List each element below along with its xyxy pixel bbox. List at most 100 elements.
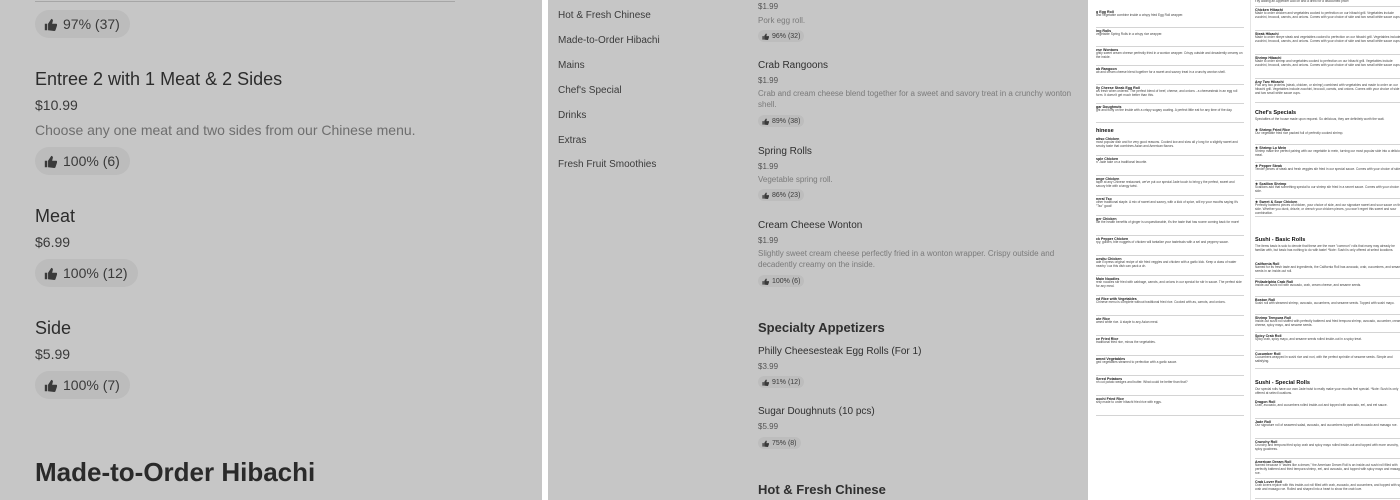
item-title[interactable]: Sugar Doughnuts (10 pcs) bbox=[758, 406, 875, 417]
menu-entry: lly Cheese Steak Egg Roll ws fresh when o… bbox=[1096, 86, 1244, 98]
entry-rule bbox=[1096, 235, 1244, 236]
section-heading: Specialty Appetizers bbox=[758, 320, 885, 335]
menu-entry: ce Fried Rice traditional fried rice, min… bbox=[1096, 337, 1244, 345]
menu-entry: ★ Shrimp Fried Rice Our vegetable fried r… bbox=[1255, 128, 1400, 136]
category-nav-item[interactable]: Drinks bbox=[558, 110, 586, 121]
item-price: $5.99 bbox=[758, 422, 779, 431]
menu-entry: ute Rice amed white rice. A staple to any… bbox=[1096, 317, 1244, 325]
menu-entry: ★ Scallion Shrimp Scallions add that some… bbox=[1255, 182, 1400, 194]
menu-entry: Spicy Crab Roll Spicy crab, spicy mayo, a… bbox=[1255, 334, 1400, 342]
menu-entry-description: ged vegetables steamed to perfection wit… bbox=[1096, 360, 1178, 365]
entry-rule bbox=[1255, 6, 1400, 7]
section-heading: Hot & Fresh Chinese bbox=[758, 482, 886, 497]
menu-entry-description: Inside-out sushi roll with avocado, crab… bbox=[1255, 283, 1362, 288]
menu-entry: g Egg Roll and vegetable combine inside a… bbox=[1096, 10, 1244, 18]
thumbs-up-icon bbox=[762, 378, 769, 386]
item-title[interactable]: Side bbox=[35, 318, 71, 339]
menu-entry-description: most popular dish and for very good reas… bbox=[1096, 140, 1238, 148]
item-price: $6.99 bbox=[35, 234, 71, 250]
menu-entry-description: ade Express original recipe of stir frie… bbox=[1096, 260, 1237, 268]
entry-rule bbox=[1096, 46, 1244, 47]
rating-text: 96% (32) bbox=[772, 32, 801, 40]
menu-entry-description: Sushi roll with steamed shrimp, avocado,… bbox=[1255, 301, 1395, 306]
item-description: Choose any one meat and two sides from o… bbox=[35, 122, 416, 138]
menu-entry: sple Chicken n' Jade take on a traditiona… bbox=[1096, 157, 1244, 165]
menu-entry: Jade Roll Our signature roll of seaweed s… bbox=[1255, 420, 1400, 428]
menu-entry-description: ws fresh when ordered. The perfect blend… bbox=[1096, 89, 1238, 97]
menu-entry: Steak Hibachi Made to order ribeye steak … bbox=[1255, 32, 1400, 44]
thumbs-up-icon bbox=[762, 439, 769, 447]
thumbs-up-icon bbox=[762, 117, 769, 125]
menu-entry: Dragon Roll Crab, avocado, and cucumbers … bbox=[1255, 400, 1400, 408]
entry-rule bbox=[1096, 415, 1244, 416]
item-title[interactable]: Philly Cheesesteak Egg Rolls (For 1) bbox=[758, 346, 921, 357]
thumbs-up-icon bbox=[762, 191, 769, 199]
category-nav-item[interactable]: Made-to-Order Hibachi bbox=[558, 35, 660, 46]
entry-rule bbox=[1255, 78, 1400, 79]
category-nav-item[interactable]: Fresh Fruit Smoothies bbox=[558, 159, 656, 170]
menu-entry-description: ght and fluffy on the inside with a cris… bbox=[1096, 108, 1233, 113]
menu-entry-description: vegetable Spring Rolls in a crispy rice … bbox=[1096, 32, 1163, 37]
menu-entry-description: Cucumbers wrapped in sushi rice and nori… bbox=[1255, 355, 1393, 363]
entry-rule bbox=[1255, 498, 1400, 499]
section-heading: Made-to-Order Hibachi bbox=[35, 457, 316, 487]
rating-badge: 100% (6) bbox=[35, 147, 130, 175]
item-title[interactable]: Meat bbox=[35, 206, 75, 227]
entry-rule bbox=[1096, 103, 1244, 104]
rating-badge: 91% (12) bbox=[758, 376, 805, 388]
entry-rule bbox=[1255, 198, 1400, 199]
menu-entry-description: Chinese menu is complete without traditi… bbox=[1096, 300, 1226, 305]
printed-menu-document: g Egg Roll and vegetable combine inside a… bbox=[1092, 0, 1400, 500]
rating-badge: 97% (37) bbox=[35, 10, 130, 38]
rating-text: 86% (23) bbox=[772, 191, 801, 199]
thumbs-up-icon bbox=[44, 18, 57, 31]
item-title[interactable]: Crab Rangoons bbox=[758, 60, 828, 71]
entry-rule bbox=[1096, 155, 1244, 156]
category-nav-item[interactable]: Hot & Fresh Chinese bbox=[558, 10, 651, 21]
menu-entry: Shrimp Hibachi Made to order shrimp and v… bbox=[1255, 56, 1400, 68]
thumbs-up-icon bbox=[44, 155, 57, 168]
entry-rule bbox=[1255, 162, 1400, 163]
category-nav-item[interactable]: Extras bbox=[558, 135, 586, 146]
menu-entry: Philadelphia Crab Roll Inside-out sushi r… bbox=[1255, 280, 1400, 288]
menu-entry-description: shly made to order hibachi fried rice wi… bbox=[1096, 400, 1162, 405]
item-title[interactable]: Spring Rolls bbox=[758, 146, 812, 157]
menu-entry: oochi Fried Rice shly made to order hibac… bbox=[1096, 397, 1244, 405]
item-description: Pork egg roll. bbox=[758, 16, 806, 25]
menu-entry-description: amed white rice. A staple to any Asian m… bbox=[1096, 320, 1159, 325]
column-divider bbox=[1250, 0, 1251, 500]
menu-entry-description: Made to order chicken and vegetables coo… bbox=[1255, 11, 1400, 19]
entry-rule bbox=[1255, 458, 1400, 459]
rating-badge: 96% (32) bbox=[758, 30, 805, 42]
category-nav-item[interactable]: Chef's Special bbox=[558, 85, 622, 96]
menu-entry-description: Made to order shrimp and vegetables cook… bbox=[1255, 59, 1400, 67]
menu-entry-description: Named because it "tastes like a dream," … bbox=[1255, 463, 1400, 475]
menu-entry-description: nh cut potato wedges and butter. What co… bbox=[1096, 380, 1188, 385]
menu-entry: California Roll Named for its fresh taste… bbox=[1255, 262, 1400, 274]
entry-rule bbox=[1096, 255, 1244, 256]
menu-section-heading: Chef's Specials bbox=[1255, 110, 1297, 116]
menu-entry-description: Crab lovers rejoice with this inside-out… bbox=[1255, 483, 1400, 491]
rating-text: 100% (6) bbox=[63, 153, 120, 169]
entry-rule bbox=[1255, 332, 1400, 333]
item-price: $1.99 bbox=[758, 2, 779, 11]
item-title[interactable]: Cream Cheese Wonton bbox=[758, 220, 862, 231]
menu-entry: ger Chicken ide the health benefits of gi… bbox=[1096, 217, 1244, 225]
menu-entry: neral Tso other traditional staple. A mix… bbox=[1096, 197, 1244, 209]
item-title[interactable]: Entree 2 with 1 Meat & 2 Sides bbox=[35, 69, 282, 90]
item-price: $5.99 bbox=[35, 346, 71, 362]
entry-rule bbox=[1255, 54, 1400, 55]
menu-entry: Cucumber Roll Cucumbers wrapped in sushi … bbox=[1255, 352, 1400, 364]
category-nav-item[interactable]: Mains bbox=[558, 60, 585, 71]
entry-rule bbox=[1255, 144, 1400, 145]
menu-entry: Any Two Hibachi Pick any two proteins (st… bbox=[1255, 80, 1400, 96]
entry-rule bbox=[1096, 315, 1244, 316]
item-price: $10.99 bbox=[35, 97, 78, 113]
entry-rule bbox=[1096, 27, 1244, 28]
rating-text: 75% (8) bbox=[772, 439, 797, 447]
menu-entry: ck Pepper Chicken rpy, golden, bite nugge… bbox=[1096, 237, 1244, 245]
entry-rule bbox=[1255, 314, 1400, 315]
entry-rule bbox=[1255, 350, 1400, 351]
menu-entry-description: other traditional staple. A mix of sweet… bbox=[1096, 200, 1238, 208]
menu-entry-description: Our vegetable fried rice packed full of … bbox=[1255, 131, 1344, 136]
